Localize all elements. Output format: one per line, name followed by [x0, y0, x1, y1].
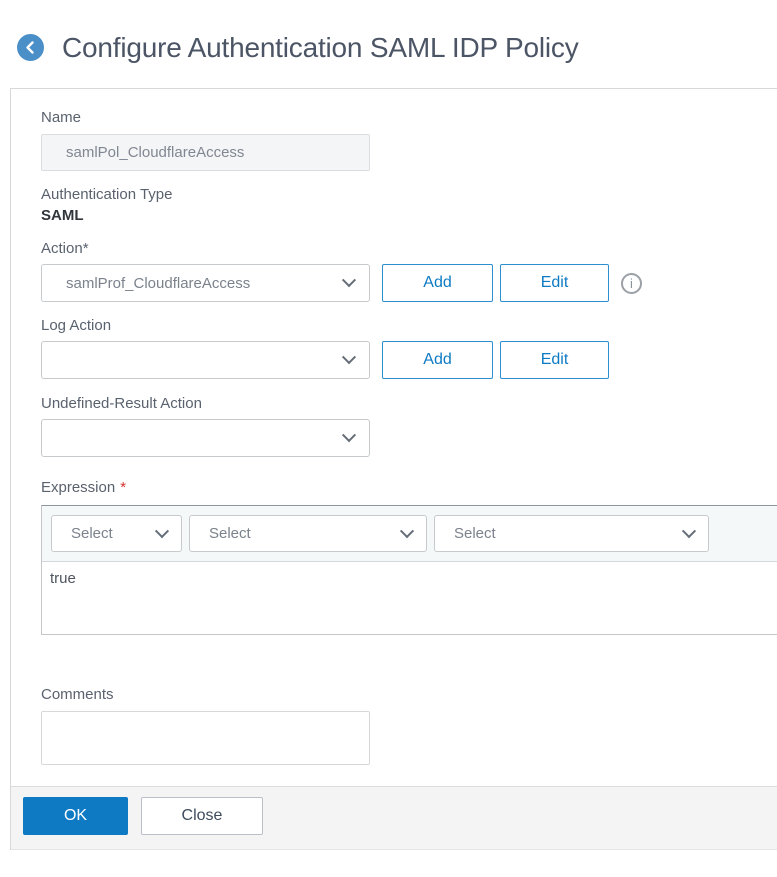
expression-editor: Select Select Select true — [41, 505, 777, 635]
comments-textarea[interactable] — [41, 711, 370, 765]
form-panel: Name Authentication Type SAML Action* sa… — [10, 88, 777, 850]
comments-field-group: Comments — [41, 686, 777, 765]
required-asterisk: * — [120, 479, 127, 496]
action-add-label: Add — [423, 274, 452, 291]
undefined-result-field-group: Undefined-Result Action — [41, 395, 777, 457]
chevron-down-icon — [681, 523, 697, 538]
action-add-button[interactable]: Add — [382, 264, 493, 302]
close-button-label: Close — [181, 807, 223, 824]
auth-type-group: Authentication Type SAML — [41, 186, 777, 224]
expression-label: Expression — [41, 479, 116, 496]
chevron-down-icon — [341, 350, 357, 365]
chevron-down-icon — [399, 523, 415, 538]
info-icon[interactable]: i — [621, 272, 642, 294]
name-field-group: Name — [41, 109, 777, 171]
auth-type-label: Authentication Type — [41, 186, 173, 203]
expression-field-group: Expression * Select Select Select true — [41, 479, 777, 635]
action-edit-label: Edit — [540, 274, 569, 291]
dialog-footer: OK Close — [11, 786, 777, 850]
expression-toolbar: Select Select Select — [42, 506, 777, 562]
expression-select-2[interactable]: Select — [189, 515, 427, 552]
action-select-value: samlProf_CloudflareAccess — [66, 274, 251, 292]
info-icon-glyph: i — [630, 275, 633, 291]
auth-type-value: SAML — [41, 207, 84, 224]
expression-select-3-value: Select — [454, 525, 496, 542]
chevron-down-icon — [154, 523, 170, 538]
log-action-edit-button[interactable]: Edit — [500, 341, 609, 379]
back-button[interactable] — [17, 34, 44, 61]
log-action-add-label: Add — [423, 351, 452, 368]
name-label: Name — [41, 109, 82, 126]
action-edit-button[interactable]: Edit — [500, 264, 609, 302]
action-field-group: Action* samlProf_CloudflareAccess Add Ed… — [41, 240, 777, 302]
chevron-down-icon — [341, 273, 357, 288]
ok-button-label: OK — [63, 807, 88, 824]
arrow-left-icon — [23, 40, 38, 55]
form-body: Name Authentication Type SAML Action* sa… — [11, 89, 777, 786]
chevron-down-icon — [341, 428, 357, 443]
action-label: Action* — [41, 240, 89, 257]
expression-select-1-value: Select — [71, 525, 113, 542]
comments-label: Comments — [41, 686, 114, 703]
dialog-header: Configure Authentication SAML IDP Policy — [0, 0, 777, 88]
log-action-select[interactable] — [41, 341, 370, 379]
expression-select-1[interactable]: Select — [51, 515, 182, 552]
expression-textarea[interactable]: true — [42, 562, 777, 634]
log-action-add-button[interactable]: Add — [382, 341, 493, 379]
log-action-field-group: Log Action Add Edit — [41, 317, 777, 379]
log-action-label: Log Action — [41, 317, 112, 334]
undefined-result-label: Undefined-Result Action — [41, 395, 202, 412]
action-select[interactable]: samlProf_CloudflareAccess — [41, 264, 370, 302]
close-button[interactable]: Close — [141, 797, 263, 835]
undefined-result-select[interactable] — [41, 419, 370, 457]
name-input[interactable] — [41, 134, 370, 171]
page-title: Configure Authentication SAML IDP Policy — [62, 31, 579, 63]
expression-select-2-value: Select — [209, 525, 251, 542]
expression-select-3[interactable]: Select — [434, 515, 709, 552]
log-action-edit-label: Edit — [540, 351, 569, 368]
ok-button[interactable]: OK — [23, 797, 128, 835]
